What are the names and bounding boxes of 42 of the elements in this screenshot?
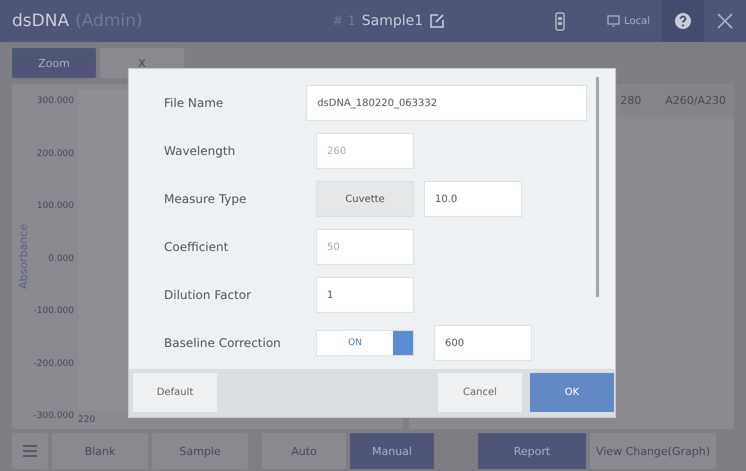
field-label: File Name: [164, 96, 224, 110]
input-field[interactable]: 1: [316, 277, 414, 313]
input-field[interactable]: 10.0: [424, 181, 522, 217]
action-button[interactable]: Sample: [152, 433, 248, 469]
input-field[interactable]: dsDNA_180220_063332: [306, 85, 587, 121]
app-title: dsDNA: [12, 11, 70, 31]
menu-button[interactable]: [12, 433, 48, 469]
sample-name: Sample1: [362, 13, 424, 29]
axis-tick: -100.000: [34, 306, 74, 316]
field-label: Dilution Factor: [164, 288, 252, 302]
toggle-switch[interactable]: ON: [316, 330, 414, 356]
monitor-icon: [607, 15, 620, 27]
help-icon[interactable]: [674, 12, 692, 30]
cancel-button[interactable]: Cancel: [437, 372, 523, 413]
location-label[interactable]: Local: [624, 16, 650, 26]
toolbar-tab[interactable]: Zoom: [12, 48, 96, 78]
action-button[interactable]: Blank: [52, 433, 148, 469]
field-label: Measure Type: [164, 192, 248, 206]
default-button[interactable]: Default: [132, 372, 218, 413]
axis-tick: 0.000: [48, 254, 74, 264]
close-icon[interactable]: [716, 12, 734, 30]
action-button[interactable]: View Change(Graph): [590, 433, 716, 469]
column-header: A260/A230: [665, 94, 726, 107]
menu-icon: [22, 444, 38, 458]
axis-tick: 220: [78, 415, 96, 425]
column-header: 280: [620, 94, 642, 107]
field-label: Coefficient: [164, 240, 230, 254]
ok-button[interactable]: OK: [529, 372, 615, 413]
mode-button[interactable]: Auto: [262, 433, 346, 469]
mode-button[interactable]: Manual: [350, 433, 434, 469]
axis-tick: -200.000: [34, 358, 74, 368]
field-label: Wavelength: [164, 144, 236, 158]
edit-icon[interactable]: [429, 13, 446, 29]
axis-tick: 100.000: [36, 201, 74, 211]
axis-tick: 300.000: [36, 96, 74, 106]
axis-tick: 200.000: [36, 148, 74, 158]
battery-icon: [555, 11, 566, 31]
axis-tick: -300.000: [34, 411, 74, 421]
measure-type-button[interactable]: Cuvette: [316, 181, 414, 217]
action-button[interactable]: Report: [478, 433, 586, 469]
field-label: Baseline Correction: [164, 336, 282, 350]
input-field[interactable]: 600: [434, 325, 532, 361]
